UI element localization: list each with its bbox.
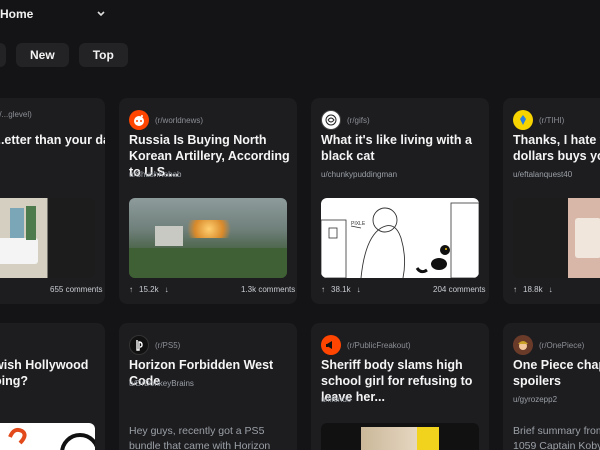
vote-count: 38.1k xyxy=(331,285,351,294)
title-line-1: One Piece chapte xyxy=(513,358,600,372)
sort-filters: New Top xyxy=(0,43,128,67)
vote-controls: ↑ 18.8k ↓ xyxy=(513,285,553,294)
post-thumbnail xyxy=(321,423,479,450)
post-card[interactable]: (r/...glevel) ...etter than your dad 655… xyxy=(0,98,105,304)
post-title: Thanks, I hate wh dollars buys you i xyxy=(513,132,600,164)
post-thumbnail xyxy=(129,198,287,278)
tihi-icon xyxy=(520,115,526,125)
post-card[interactable]: (r/gifs) What it's like living with a bl… xyxy=(311,98,489,304)
post-author[interactable]: u/ShushKebab xyxy=(129,170,182,179)
snippet-line-2: 1059 Captain Koby's C xyxy=(513,440,600,450)
post-card[interactable]: (r/OnePiece) One Piece chapte spoilers u… xyxy=(503,323,600,450)
subreddit-avatar xyxy=(321,110,341,130)
feed-selector[interactable]: Home xyxy=(0,7,105,21)
filter-top[interactable]: Top xyxy=(78,43,128,67)
post-author[interactable]: u/chunkypuddingman xyxy=(321,170,397,179)
post-author[interactable]: u/filondo xyxy=(321,395,351,404)
megaphone-icon xyxy=(326,341,332,349)
subreddit-label: (r/gifs) xyxy=(347,115,370,125)
subreddit-label: (r/...glevel) xyxy=(0,110,32,119)
post-snippet: Brief summary from Et 1059 Captain Koby'… xyxy=(513,424,600,450)
upvote-icon[interactable]: ↑ xyxy=(513,285,517,294)
downvote-icon[interactable]: ↓ xyxy=(165,285,169,294)
post-card[interactable]: (r/PS5) Horizon Forbidden West Code u/Dr… xyxy=(119,323,297,450)
vote-controls: ↑ 15.2k ↓ xyxy=(129,285,169,294)
snippet-line-1: Brief summary from Et xyxy=(513,425,600,437)
post-snippet: Hey guys, recently got a PS5 bundle that… xyxy=(129,425,271,450)
reddit-icon xyxy=(134,115,144,126)
vote-controls: ↑ 38.1k ↓ xyxy=(321,285,361,294)
post-title: ...etter than your dad xyxy=(0,133,105,147)
comments-count[interactable]: 1.3k comments xyxy=(241,285,295,294)
vote-count: 15.2k xyxy=(139,285,159,294)
subreddit-label: (r/PublicFreakout) xyxy=(347,340,411,350)
subreddit-avatar xyxy=(129,110,149,130)
vote-count: 18.8k xyxy=(523,285,543,294)
post-title: wish Hollywood oing? xyxy=(0,357,104,389)
title-line-2: oing? xyxy=(0,374,29,388)
title-line-1: Thanks, I hate wh xyxy=(513,133,600,147)
title-line-2: spoilers xyxy=(513,374,561,388)
post-card[interactable]: ) wish Hollywood oing? xyxy=(0,323,105,450)
downvote-icon[interactable]: ↓ xyxy=(549,285,553,294)
title-line-2: dollars buys you i xyxy=(513,149,600,163)
post-author[interactable]: u/eftalanquest40 xyxy=(513,170,572,179)
cat-drawing-image: PIXLE xyxy=(321,202,479,278)
gifs-icon xyxy=(325,114,337,126)
subreddit-label: (r/PS5) xyxy=(155,340,181,350)
subreddit-avatar xyxy=(513,110,533,130)
subreddit-label: (r/TIHI) xyxy=(539,115,565,125)
subreddit-avatar xyxy=(513,335,533,355)
post-title: What it's like living with a black cat xyxy=(321,133,472,163)
post-thumbnail xyxy=(0,423,95,450)
comments-count[interactable]: 655 comments xyxy=(50,285,102,294)
post-author[interactable]: u/gyrozepp2 xyxy=(513,395,557,404)
post-thumbnail: PIXLE xyxy=(321,198,479,278)
upvote-icon[interactable]: ↑ xyxy=(321,285,325,294)
post-card[interactable]: (r/worldnews) Russia Is Buying North Kor… xyxy=(119,98,297,304)
upvote-icon[interactable]: ↑ xyxy=(129,285,133,294)
post-card[interactable]: (r/TIHI) Thanks, I hate wh dollars buys … xyxy=(503,98,600,304)
playstation-icon xyxy=(136,340,143,351)
thumb-text: PIXLE xyxy=(351,221,366,227)
subreddit-avatar xyxy=(129,335,149,355)
comments-count[interactable]: 204 comments xyxy=(433,285,485,294)
feed-label: Home xyxy=(0,7,34,21)
post-thumbnail xyxy=(0,198,95,278)
filter-new[interactable]: New xyxy=(16,43,69,67)
chevron-down-icon xyxy=(97,11,105,17)
subreddit-label: (r/worldnews) xyxy=(155,115,204,125)
post-author[interactable]: u/DrDonkeyBrains xyxy=(129,379,194,388)
question-mark-image xyxy=(8,427,95,450)
post-title: One Piece chapte spoilers xyxy=(513,357,600,389)
subreddit-label: (r/OnePiece) xyxy=(539,340,585,350)
post-card[interactable]: (r/PublicFreakout) Sheriff body slams hi… xyxy=(311,323,489,450)
filter-chip-partial[interactable] xyxy=(0,43,6,67)
onepiece-icon xyxy=(518,341,528,350)
title-line-1: wish Hollywood xyxy=(0,358,89,372)
post-thumbnail xyxy=(513,198,600,278)
downvote-icon[interactable]: ↓ xyxy=(357,285,361,294)
subreddit-avatar xyxy=(321,335,341,355)
